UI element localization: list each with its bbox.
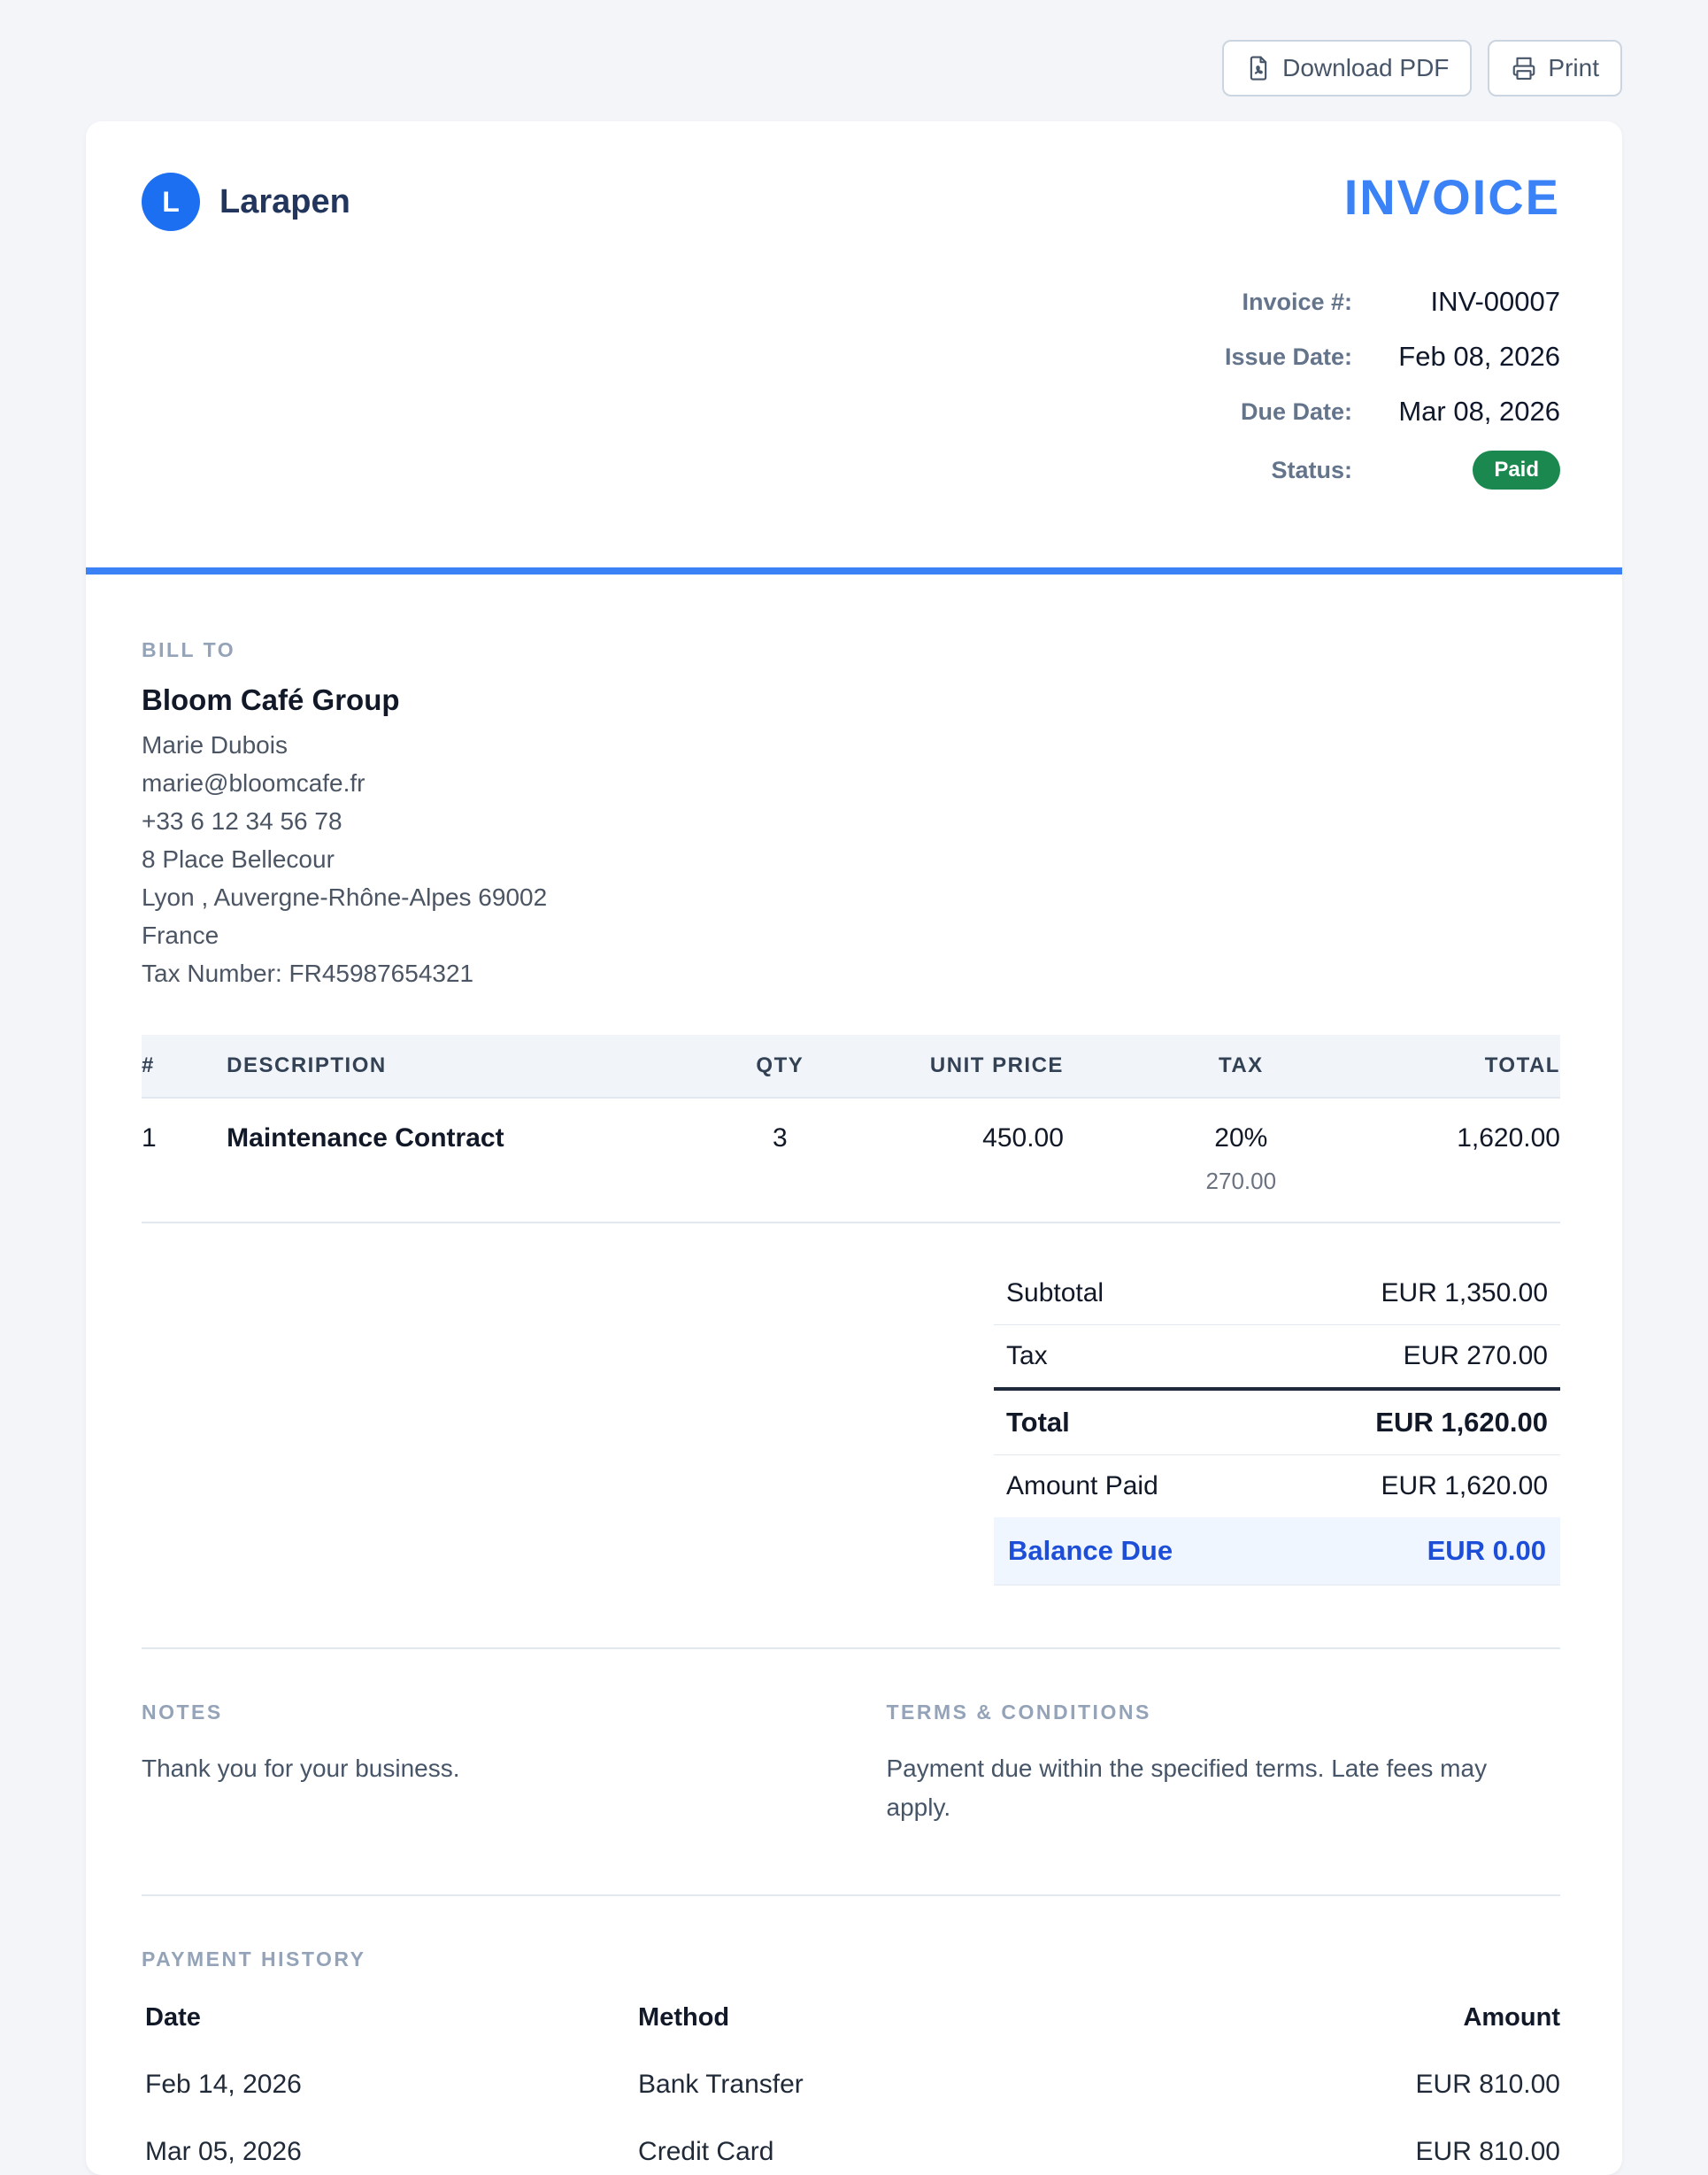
- item-description: Maintenance Contract: [227, 1099, 652, 1222]
- client-tax-number: Tax Number: FR45987654321: [142, 954, 1560, 992]
- items-table: # DESCRIPTION QTY UNIT PRICE TAX TOTAL 1…: [142, 1035, 1560, 1223]
- item-row: 1 Maintenance Contract 3 450.00 20% 270.…: [142, 1099, 1560, 1223]
- client-country: France: [142, 916, 1560, 954]
- total-row: Total EUR 1,620.00: [994, 1387, 1560, 1455]
- print-label: Print: [1548, 54, 1599, 82]
- client-street: 8 Place Bellecour: [142, 840, 1560, 878]
- download-pdf-label: Download PDF: [1282, 54, 1449, 82]
- col-header-total: TOTAL: [1419, 1035, 1560, 1097]
- client-address: Marie Dubois marie@bloomcafe.fr +33 6 12…: [142, 726, 1560, 992]
- pdf-file-icon: [1245, 55, 1272, 81]
- client-name: Bloom Café Group: [142, 683, 1560, 717]
- payment-col-date: Date: [142, 2003, 638, 2032]
- due-date-value: Mar 08, 2026: [1352, 396, 1560, 428]
- col-header-unit-price: UNIT PRICE: [908, 1035, 1064, 1097]
- brand-logo: L: [142, 173, 200, 231]
- status-label: Status:: [1271, 457, 1352, 484]
- balance-due-row: Balance Due EUR 0.00: [994, 1517, 1560, 1585]
- invoice-meta-panel: INVOICE Invoice #: INV-00007 Issue Date:…: [1225, 173, 1560, 513]
- subtotal-value: EUR 1,350.00: [1381, 1278, 1548, 1308]
- subtotal-label: Subtotal: [1006, 1278, 1104, 1308]
- invoice-number-label: Invoice #:: [1242, 289, 1352, 316]
- client-email: marie@bloomcafe.fr: [142, 764, 1560, 802]
- issue-date-row: Issue Date: Feb 08, 2026: [1225, 341, 1560, 373]
- client-phone: +33 6 12 34 56 78: [142, 802, 1560, 840]
- toolbar: Download PDF Print: [1222, 40, 1622, 96]
- download-pdf-button[interactable]: Download PDF: [1222, 40, 1472, 96]
- bill-to-section: BILL TO Bloom Café Group Marie Dubois ma…: [142, 638, 1560, 992]
- invoice-body: BILL TO Bloom Café Group Marie Dubois ma…: [86, 575, 1622, 2167]
- invoice-meta: Invoice #: INV-00007 Issue Date: Feb 08,…: [1225, 286, 1560, 513]
- notes-label: NOTES: [142, 1701, 816, 1724]
- brand-name: Larapen: [219, 183, 350, 221]
- status-row: Status: Paid: [1225, 451, 1560, 490]
- payment-history-section: PAYMENT HISTORY Date Method Amount Feb 1…: [142, 1894, 1560, 2167]
- payment-row: Mar 05, 2026 Credit Card EUR 810.00: [142, 2137, 1560, 2167]
- balance-due-value: EUR 0.00: [1427, 1535, 1546, 1567]
- total-value: EUR 1,620.00: [1375, 1407, 1548, 1438]
- col-header-description: DESCRIPTION: [227, 1035, 652, 1097]
- payment-method: Credit Card: [638, 2137, 1205, 2167]
- brand: L Larapen: [142, 173, 350, 231]
- invoice-title: INVOICE: [1344, 173, 1560, 222]
- item-total: 1,620.00: [1419, 1099, 1560, 1222]
- item-tax-amount: 270.00: [1064, 1168, 1419, 1195]
- brand-initial: L: [162, 186, 180, 219]
- total-label: Total: [1006, 1407, 1070, 1438]
- col-header-qty: QTY: [652, 1035, 908, 1097]
- due-date-label: Due Date:: [1241, 398, 1352, 426]
- status-badge: Paid: [1473, 451, 1560, 490]
- col-header-num: #: [142, 1035, 227, 1097]
- status-badge-wrap: Paid: [1352, 451, 1560, 490]
- payment-date: Mar 05, 2026: [142, 2137, 638, 2167]
- accent-divider: [86, 567, 1622, 575]
- payment-amount: EUR 810.00: [1205, 2137, 1560, 2167]
- invoice-header: L Larapen INVOICE Invoice #: INV-00007 I…: [86, 121, 1622, 513]
- bill-to-label: BILL TO: [142, 638, 1560, 662]
- subtotal-row: Subtotal EUR 1,350.00: [994, 1262, 1560, 1325]
- payment-col-amount: Amount: [1205, 2003, 1560, 2032]
- client-city: Lyon , Auvergne-Rhône-Alpes 69002: [142, 878, 1560, 916]
- terms-block: TERMS & CONDITIONS Payment due within th…: [887, 1701, 1561, 1827]
- printer-icon: [1511, 55, 1537, 81]
- terms-text: Payment due within the specified terms. …: [887, 1749, 1524, 1827]
- payment-history-label: PAYMENT HISTORY: [142, 1947, 1560, 1971]
- payment-row: Feb 14, 2026 Bank Transfer EUR 810.00: [142, 2070, 1560, 2100]
- tax-row: Tax EUR 270.00: [994, 1325, 1560, 1387]
- tax-label: Tax: [1006, 1341, 1048, 1371]
- item-qty: 3: [652, 1099, 908, 1222]
- due-date-row: Due Date: Mar 08, 2026: [1225, 396, 1560, 428]
- terms-label: TERMS & CONDITIONS: [887, 1701, 1561, 1724]
- amount-paid-label: Amount Paid: [1006, 1471, 1158, 1501]
- tax-value: EUR 270.00: [1404, 1341, 1548, 1371]
- print-button[interactable]: Print: [1488, 40, 1622, 96]
- amount-paid-value: EUR 1,620.00: [1381, 1471, 1548, 1501]
- item-num: 1: [142, 1099, 227, 1222]
- payment-history-header: Date Method Amount: [142, 2003, 1560, 2032]
- item-unit-price: 450.00: [908, 1099, 1064, 1222]
- invoice-number-row: Invoice #: INV-00007: [1225, 286, 1560, 318]
- items-table-header: # DESCRIPTION QTY UNIT PRICE TAX TOTAL: [142, 1035, 1560, 1099]
- notes-block: NOTES Thank you for your business.: [142, 1701, 816, 1827]
- issue-date-label: Issue Date:: [1225, 343, 1352, 371]
- totals-section: Subtotal EUR 1,350.00 Tax EUR 270.00 Tot…: [994, 1262, 1560, 1585]
- item-tax: 20% 270.00: [1064, 1099, 1419, 1222]
- invoice-number-value: INV-00007: [1352, 286, 1560, 318]
- payment-method: Bank Transfer: [638, 2070, 1205, 2100]
- invoice-card: L Larapen INVOICE Invoice #: INV-00007 I…: [86, 121, 1622, 2175]
- item-tax-rate: 20%: [1064, 1123, 1419, 1153]
- payment-col-method: Method: [638, 2003, 1205, 2032]
- client-contact-name: Marie Dubois: [142, 726, 1560, 764]
- payment-amount: EUR 810.00: [1205, 2070, 1560, 2100]
- balance-due-label: Balance Due: [1008, 1535, 1173, 1567]
- amount-paid-row: Amount Paid EUR 1,620.00: [994, 1455, 1560, 1517]
- notes-terms-section: NOTES Thank you for your business. TERMS…: [142, 1647, 1560, 1827]
- issue-date-value: Feb 08, 2026: [1352, 341, 1560, 373]
- col-header-tax: TAX: [1064, 1035, 1419, 1097]
- notes-text: Thank you for your business.: [142, 1749, 779, 1788]
- payment-date: Feb 14, 2026: [142, 2070, 638, 2100]
